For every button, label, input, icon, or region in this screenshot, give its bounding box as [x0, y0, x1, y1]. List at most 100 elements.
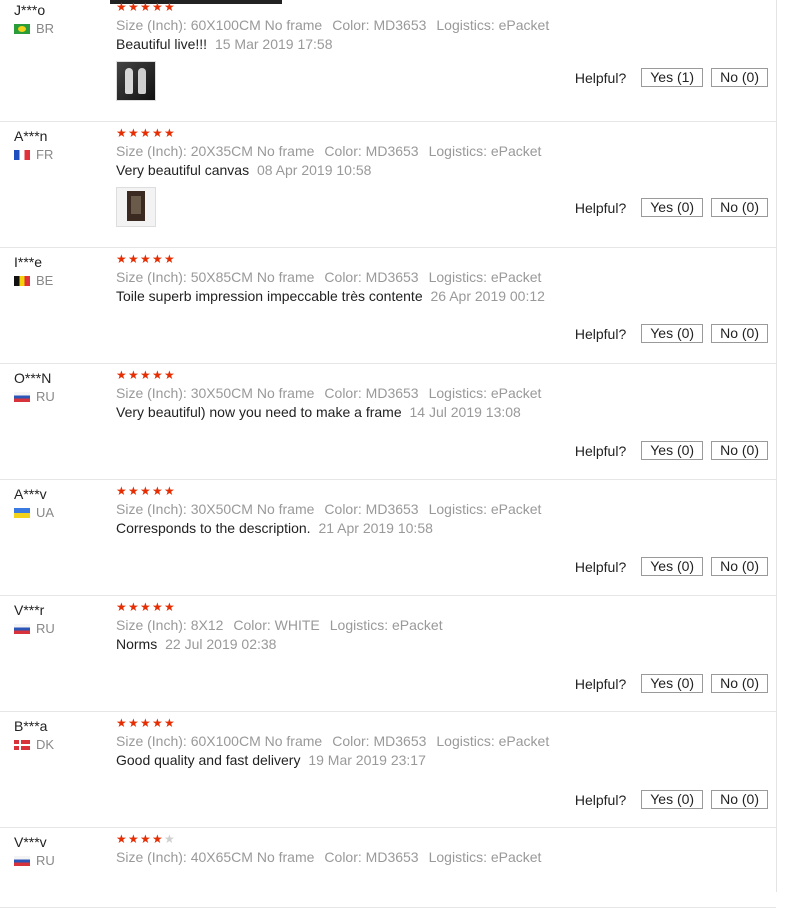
- review-attributes: Size (Inch): 60X100CM No frame Color: MD3…: [116, 732, 756, 750]
- helpful-yes-button[interactable]: Yes (0): [641, 324, 704, 343]
- attr-value: ePacket: [498, 17, 550, 33]
- attr-value: 40X65CM No frame: [190, 849, 315, 865]
- reviewer-country: RU: [14, 853, 110, 868]
- helpful-no-button[interactable]: No (0): [711, 674, 768, 693]
- review-attributes: Size (Inch): 40X65CM No frame Color: MD36…: [116, 848, 756, 866]
- helpful-label: Helpful?: [574, 558, 627, 575]
- review-item: J***o BR ★★★★★ Size (Inch): 60X100CM No …: [0, 0, 776, 122]
- helpful-yes-button[interactable]: Yes (0): [641, 790, 704, 809]
- review-attributes: Size (Inch): 60X100CM No frame Color: MD3…: [116, 16, 756, 34]
- star-filled-icon: ★: [152, 716, 163, 730]
- helpful-yes-button[interactable]: Yes (1): [641, 68, 704, 87]
- reviewer-country: FR: [14, 147, 110, 162]
- attr-value: ePacket: [490, 849, 542, 865]
- helpful-yes-button[interactable]: Yes (0): [641, 674, 704, 693]
- helpful-yes-button[interactable]: Yes (0): [641, 441, 704, 460]
- star-filled-icon: ★: [116, 716, 127, 730]
- star-filled-icon: ★: [140, 600, 151, 614]
- review-text-line: Very beautiful) now you need to make a f…: [116, 402, 756, 422]
- star-filled-icon: ★: [140, 716, 151, 730]
- star-filled-icon: ★: [164, 252, 175, 266]
- attr-key: Color:: [324, 501, 362, 517]
- attr-value: MD3653: [365, 385, 419, 401]
- helpful-no-button[interactable]: No (0): [711, 441, 768, 460]
- country-flag-icon: [14, 507, 30, 518]
- reviewer: V***v RU: [14, 834, 110, 868]
- helpful-no-button[interactable]: No (0): [711, 198, 768, 217]
- star-filled-icon: ★: [152, 126, 163, 140]
- star-rating: ★★★★★: [116, 126, 756, 140]
- helpful-no-button[interactable]: No (0): [711, 68, 768, 87]
- star-filled-icon: ★: [140, 126, 151, 140]
- helpful-no-button[interactable]: No (0): [711, 324, 768, 343]
- country-code: RU: [36, 389, 55, 404]
- attr-value: ePacket: [498, 733, 550, 749]
- reviewer-name: V***v: [14, 834, 47, 850]
- attr-value: 50X85CM No frame: [190, 269, 315, 285]
- helpful-yes-button[interactable]: Yes (0): [641, 198, 704, 217]
- helpful-label: Helpful?: [574, 69, 627, 86]
- helpful-no-button[interactable]: No (0): [711, 790, 768, 809]
- helpful-no-button[interactable]: No (0): [711, 557, 768, 576]
- star-filled-icon: ★: [152, 0, 163, 14]
- country-code: RU: [36, 621, 55, 636]
- reviewer: A***v UA: [14, 486, 110, 520]
- helpful-label: Helpful?: [574, 791, 627, 808]
- review-text-line: Corresponds to the description. 21 Apr 2…: [116, 518, 756, 538]
- star-rating: ★★★★★: [116, 484, 756, 498]
- review-text: Very beautiful) now you need to make a f…: [116, 404, 402, 420]
- attr-key: Size (Inch):: [116, 849, 187, 865]
- reviewer: I***e BE: [14, 254, 110, 288]
- attr-value: MD3653: [365, 849, 419, 865]
- star-filled-icon: ★: [128, 832, 139, 846]
- review-text: Beautiful live!!!: [116, 36, 208, 52]
- review-text: Norms: [116, 636, 158, 652]
- reviewer: O***N RU: [14, 370, 110, 404]
- reviewer-name: A***n: [14, 128, 48, 144]
- attr-key: Logistics:: [428, 143, 487, 159]
- review-photo-thumbnail[interactable]: [116, 61, 156, 101]
- star-filled-icon: ★: [128, 368, 139, 382]
- country-code: FR: [36, 147, 54, 162]
- country-code: DK: [36, 737, 55, 752]
- country-code: BR: [36, 21, 55, 36]
- star-filled-icon: ★: [116, 600, 127, 614]
- attr-key: Size (Inch):: [116, 733, 187, 749]
- attr-key: Logistics:: [428, 501, 487, 517]
- panel-edge: [776, 0, 777, 892]
- review-item: V***r RU ★★★★★ Size (Inch): 8X12 Color: W…: [0, 596, 776, 712]
- review-body: ★★★★★ Size (Inch): 40X65CM No frame Color…: [116, 832, 756, 866]
- reviewer-name: O***N: [14, 370, 52, 386]
- review-date: 22 Jul 2019 02:38: [165, 636, 277, 652]
- review-body: ★★★★★ Size (Inch): 8X12 Color: WHITE Logis…: [116, 600, 756, 654]
- attr-key: Size (Inch):: [116, 143, 187, 159]
- helpful-vote: Helpful? Yes (0) No (0): [575, 674, 768, 693]
- star-filled-icon: ★: [116, 0, 127, 14]
- reviewer-country: RU: [14, 389, 110, 404]
- star-filled-icon: ★: [140, 484, 151, 498]
- attr-value: 20X35CM No frame: [190, 143, 315, 159]
- star-filled-icon: ★: [152, 600, 163, 614]
- review-photo-thumbnail[interactable]: [116, 187, 156, 227]
- star-filled-icon: ★: [152, 252, 163, 266]
- review-date: 19 Mar 2019 23:17: [308, 752, 426, 768]
- star-rating: ★★★★★: [116, 600, 756, 614]
- star-filled-icon: ★: [128, 126, 139, 140]
- review-item: V***v RU ★★★★★ Size (Inch): 40X65CM No f…: [0, 828, 776, 908]
- review-attributes: Size (Inch): 8X12 Color: WHITE Logistics: …: [116, 616, 756, 634]
- attr-value: ePacket: [490, 385, 542, 401]
- attr-key: Logistics:: [436, 733, 495, 749]
- reviewer-name: I***e: [14, 254, 43, 270]
- star-filled-icon: ★: [116, 832, 127, 846]
- star-filled-icon: ★: [164, 716, 175, 730]
- helpful-yes-button[interactable]: Yes (0): [641, 557, 704, 576]
- helpful-vote: Helpful? Yes (0) No (0): [575, 198, 768, 217]
- attr-key: Color:: [332, 733, 370, 749]
- star-filled-icon: ★: [164, 368, 175, 382]
- reviewer-country: UA: [14, 505, 110, 520]
- review-date: 21 Apr 2019 10:58: [318, 520, 433, 536]
- review-text-line: Good quality and fast delivery 19 Mar 20…: [116, 750, 756, 770]
- attr-value: ePacket: [490, 143, 542, 159]
- review-body: ★★★★★ Size (Inch): 50X85CM No frame Color…: [116, 252, 756, 306]
- star-filled-icon: ★: [152, 368, 163, 382]
